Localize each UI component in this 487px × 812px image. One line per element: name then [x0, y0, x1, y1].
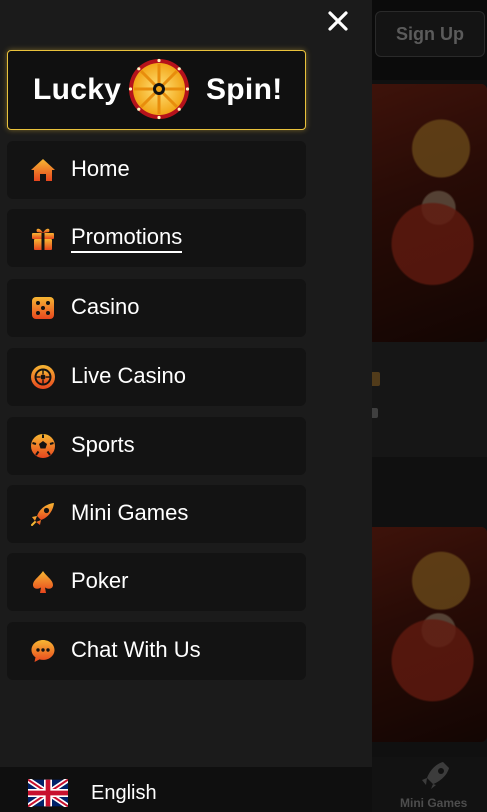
- rocket-icon: [422, 762, 449, 789]
- menu-item-live-casino[interactable]: Live Casino: [7, 348, 306, 406]
- menu-item-label: Sports: [71, 432, 135, 457]
- menu-item-casino[interactable]: Casino: [7, 279, 306, 337]
- roulette-icon: [31, 365, 55, 389]
- spin-wheel-icon: [128, 58, 190, 120]
- menu-item-home[interactable]: Home: [7, 141, 306, 199]
- home-icon: [31, 159, 55, 181]
- menu-item-label: Promotions: [71, 224, 183, 253]
- dice-icon: [32, 297, 54, 319]
- menu-item-sports[interactable]: Sports: [7, 417, 306, 475]
- ball-icon: [31, 434, 55, 458]
- menu-item-label: Casino: [71, 294, 140, 319]
- side-menu-drawer: Lucky Spin! Home Promotions Casino Live …: [0, 0, 372, 812]
- close-button[interactable]: [323, 6, 353, 36]
- menu-item-poker[interactable]: Poker: [7, 553, 306, 611]
- game-card-info: [366, 342, 487, 457]
- menu-item-promotions[interactable]: Promotions: [7, 209, 306, 267]
- menu-item-label: Home: [71, 156, 130, 181]
- uk-flag-icon: [28, 779, 68, 807]
- lucky-spin-word-lucky: Lucky: [33, 73, 122, 106]
- bottom-nav-mini-games-label[interactable]: Mini Games: [400, 796, 467, 810]
- language-label: English: [91, 782, 157, 804]
- menu-item-label: Poker: [71, 568, 129, 593]
- menu-item-label: Mini Games: [71, 500, 189, 525]
- sign-up-button[interactable]: Sign Up: [375, 11, 485, 57]
- lucky-spin-banner[interactable]: Lucky Spin!: [7, 50, 306, 130]
- game-card[interactable]: [366, 84, 487, 342]
- menu-item-label: Live Casino: [71, 363, 186, 388]
- menu-item-mini-games[interactable]: Mini Games: [7, 485, 306, 543]
- lucky-spin-word-spin: Spin!: [206, 73, 283, 106]
- menu-item-label: Chat With Us: [71, 637, 201, 662]
- gift-icon: [32, 228, 54, 250]
- language-selector[interactable]: English: [0, 767, 372, 812]
- close-icon: [328, 11, 348, 31]
- spade-icon: [33, 571, 53, 593]
- game-card[interactable]: [366, 527, 487, 742]
- rocket-icon: [31, 503, 54, 526]
- menu-item-chat-with-us[interactable]: Chat With Us: [7, 622, 306, 680]
- chat-icon: [31, 640, 55, 662]
